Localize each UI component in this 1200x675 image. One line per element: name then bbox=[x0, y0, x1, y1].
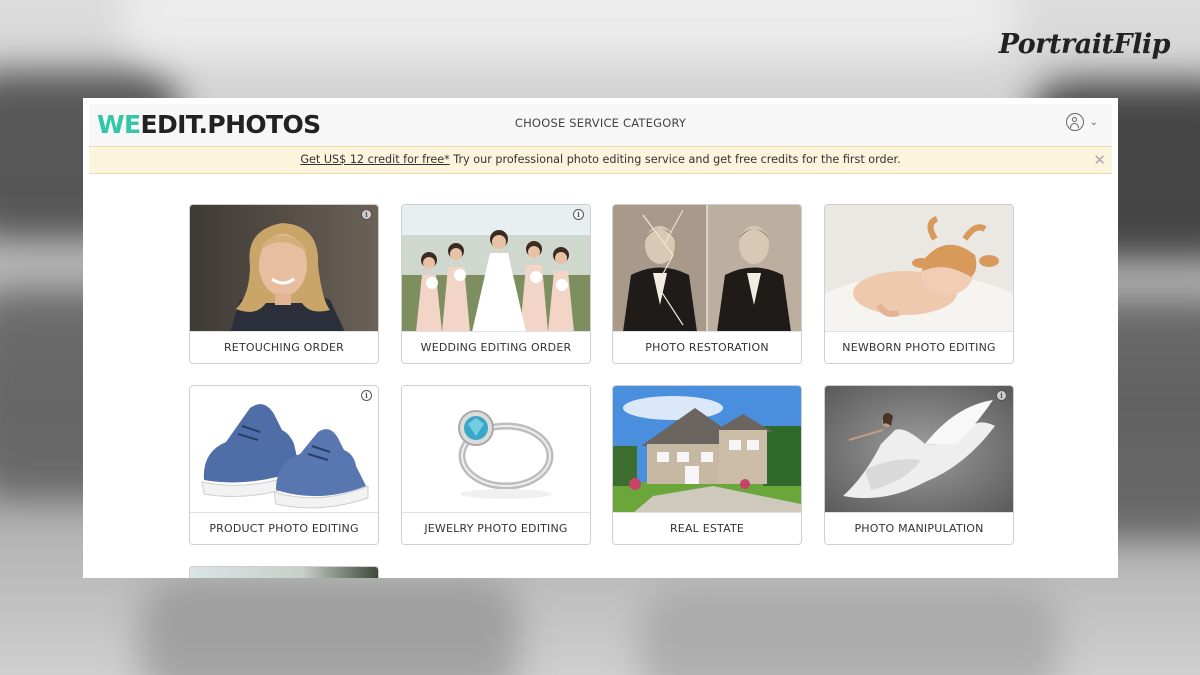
blue-sneakers-image: i bbox=[190, 386, 378, 513]
account-menu[interactable]: ⌄ bbox=[1065, 113, 1098, 131]
category-card-manipulation[interactable]: i PHOTO MANIPULATION bbox=[824, 385, 1014, 545]
category-card-restoration[interactable]: PHOTO RESTORATION bbox=[612, 204, 802, 364]
category-label: REAL ESTATE bbox=[613, 512, 801, 544]
category-card-product[interactable]: i PRODUCT PHOTO EDITING bbox=[189, 385, 379, 545]
old-photo-before-after-image bbox=[613, 205, 801, 332]
promo-banner: Get US$ 12 credit for free* Try our prof… bbox=[89, 146, 1112, 174]
promo-message: Try our professional photo editing servi… bbox=[449, 153, 901, 166]
portraitflip-watermark-logo: PortraitFlip bbox=[998, 28, 1171, 60]
chevron-down-icon: ⌄ bbox=[1089, 116, 1098, 128]
info-icon[interactable]: i bbox=[996, 390, 1007, 401]
category-card-retouching[interactable]: i RETOUCHING ORDER bbox=[189, 204, 379, 364]
wedding-bridesmaids-image: i bbox=[402, 205, 590, 332]
category-label: RETOUCHING ORDER bbox=[190, 331, 378, 363]
info-icon[interactable]: i bbox=[361, 209, 372, 220]
category-card-wedding[interactable]: i WEDDING EDITING ORDER bbox=[401, 204, 591, 364]
info-icon[interactable]: i bbox=[361, 390, 372, 401]
diamond-ring-image bbox=[402, 386, 590, 513]
close-icon[interactable]: ✕ bbox=[1093, 147, 1106, 173]
page-title: CHOOSE SERVICE CATEGORY bbox=[514, 116, 687, 130]
category-card-partial[interactable] bbox=[189, 566, 379, 578]
dancer-white-dress-image: i bbox=[825, 386, 1013, 513]
category-label: WEDDING EDITING ORDER bbox=[402, 331, 590, 363]
sleeping-newborn-image bbox=[825, 205, 1013, 332]
user-avatar-icon bbox=[1065, 113, 1084, 131]
category-label: NEWBORN PHOTO EDITING bbox=[825, 331, 1013, 363]
category-label: JEWELRY PHOTO EDITING bbox=[402, 512, 590, 544]
info-icon[interactable]: i bbox=[573, 209, 584, 220]
portrait-woman-image: i bbox=[190, 205, 378, 332]
app-window: WEEDIT.PHOTOS CHOOSE SERVICE CATEGORY ⌄ … bbox=[83, 98, 1118, 578]
category-label: PRODUCT PHOTO EDITING bbox=[190, 512, 378, 544]
category-card-real-estate[interactable]: REAL ESTATE bbox=[612, 385, 802, 545]
house-exterior-image bbox=[613, 386, 801, 513]
top-header: WEEDIT.PHOTOS CHOOSE SERVICE CATEGORY ⌄ bbox=[89, 104, 1112, 147]
free-credit-link[interactable]: Get US$ 12 credit for free* bbox=[300, 153, 449, 166]
category-label: PHOTO MANIPULATION bbox=[825, 512, 1013, 544]
category-card-newborn[interactable]: NEWBORN PHOTO EDITING bbox=[824, 204, 1014, 364]
category-card-jewelry[interactable]: JEWELRY PHOTO EDITING bbox=[401, 385, 591, 545]
category-label: PHOTO RESTORATION bbox=[613, 331, 801, 363]
